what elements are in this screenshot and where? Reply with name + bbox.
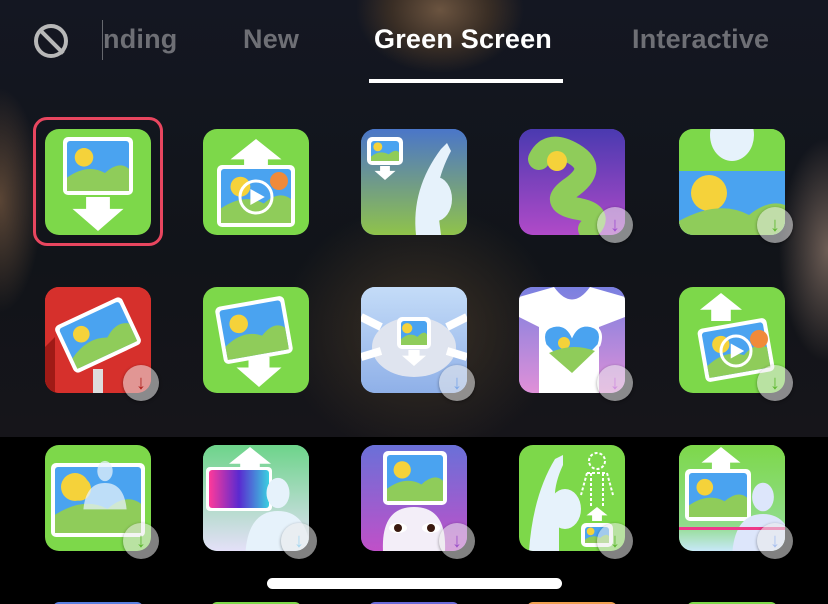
tab-trending[interactable]: nding <box>103 24 177 55</box>
download-icon: ↓ <box>439 523 475 559</box>
wave-photo-background-icon <box>361 129 467 235</box>
image-background-down-icon <box>63 137 133 231</box>
tabs-scroll[interactable]: nding New Green Screen Interactive <box>103 0 828 100</box>
effect-category-tabs: nding New Green Screen Interactive <box>0 0 828 100</box>
download-icon: ↓ <box>597 523 633 559</box>
download-icon: ↓ <box>757 207 793 243</box>
tab-new[interactable]: New <box>243 24 299 55</box>
effect-image-background-down[interactable] <box>45 129 151 235</box>
effect-tilted-photo-down[interactable] <box>203 287 309 393</box>
download-icon: ↓ <box>597 207 633 243</box>
effect-wave-photo-background[interactable] <box>361 129 467 235</box>
download-icon: ↓ <box>757 365 793 401</box>
active-tab-indicator <box>369 79 563 83</box>
tab-interactive[interactable]: Interactive <box>632 24 769 55</box>
download-icon: ↓ <box>123 365 159 401</box>
tilted-photo-down-icon <box>215 296 293 387</box>
download-icon: ↓ <box>439 365 475 401</box>
download-icon: ↓ <box>597 365 633 401</box>
home-indicator[interactable] <box>267 578 562 589</box>
download-icon: ↓ <box>123 523 159 559</box>
effect-video-background-up[interactable] <box>203 129 309 235</box>
tab-green-screen[interactable]: Green Screen <box>374 24 552 55</box>
download-icon: ↓ <box>757 523 793 559</box>
no-effect-icon[interactable] <box>34 24 68 58</box>
download-icon: ↓ <box>281 523 317 559</box>
video-background-up-icon <box>217 139 295 227</box>
